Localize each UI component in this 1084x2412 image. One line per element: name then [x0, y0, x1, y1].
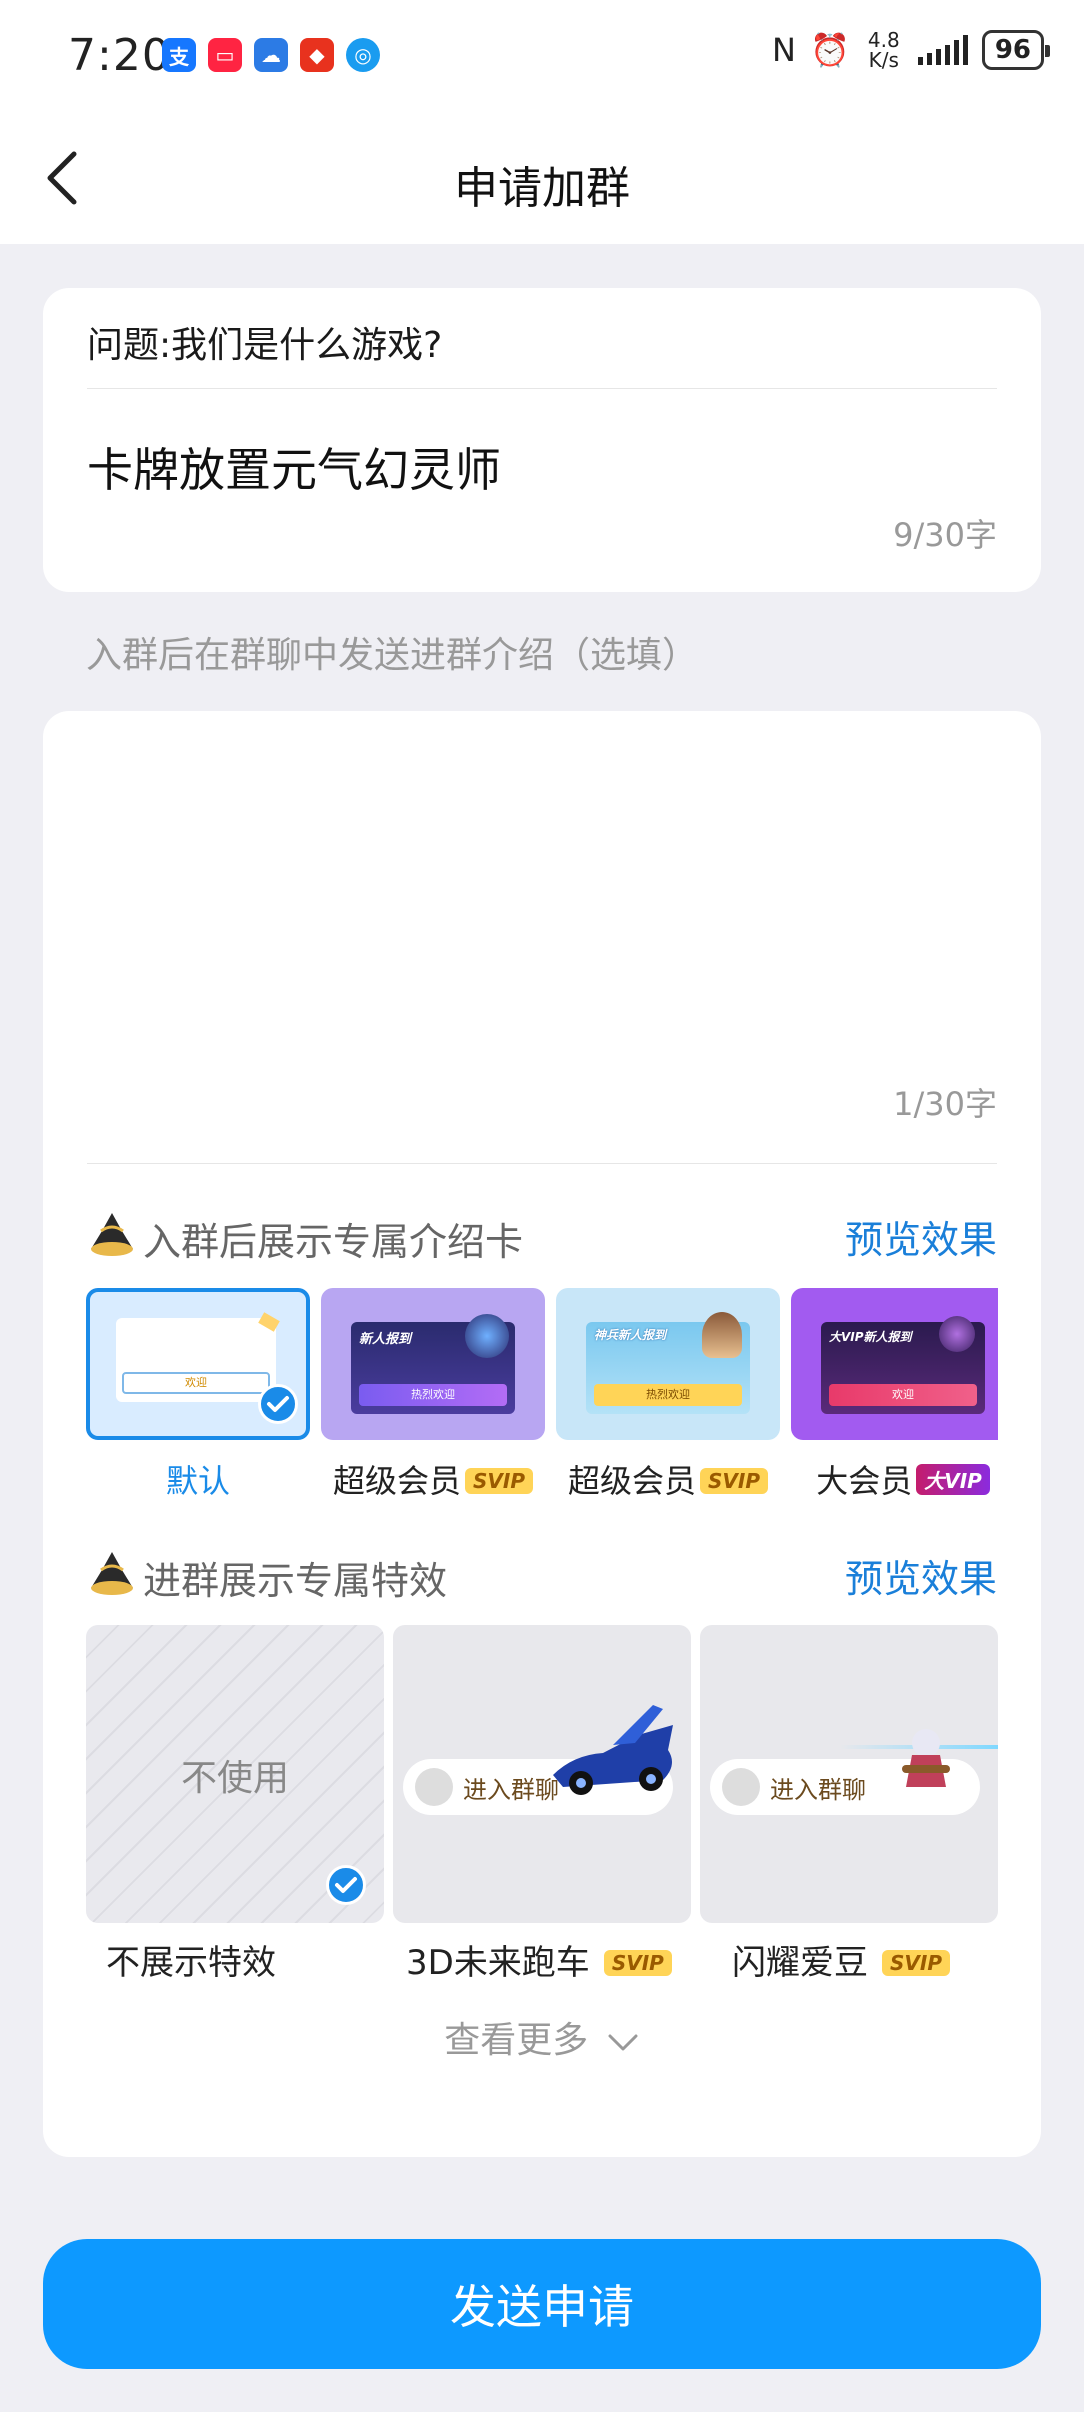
preview-link[interactable]: 预览效果: [845, 1209, 997, 1264]
big-vip-badge: 大VIP: [916, 1464, 990, 1495]
avatar: [415, 1768, 453, 1806]
section-title: 进群展示专属特效: [143, 1559, 448, 1603]
intro-card-option[interactable]: 欢迎: [86, 1288, 310, 1440]
question-text: 问题:我们是什么游戏?: [87, 325, 443, 366]
nfc-icon: N: [772, 31, 796, 69]
red-note-icon: ▭: [208, 38, 242, 72]
svip-badge: SVIP: [603, 1950, 672, 1976]
browser-icon: ◎: [346, 38, 380, 72]
status-bar: 7:20 支 ▭ ☁ ◆ ◎ N ⏰ 4.8 K/s 96: [0, 0, 1084, 112]
card-thumb: 欢迎: [116, 1312, 280, 1402]
label-text: 大会员: [816, 1462, 913, 1500]
thumb-title: 大VIP新人报到: [829, 1330, 912, 1344]
intro-card-label: 超级会员 SVIP: [321, 1456, 545, 1502]
answer-input[interactable]: 卡牌放置元气幻灵师: [87, 434, 501, 500]
alipay-icon: 支: [162, 38, 196, 72]
svip-badge: SVIP: [700, 1468, 768, 1494]
thumb-title: 新人报到: [359, 1332, 412, 1347]
battery-icon: 96: [981, 30, 1051, 70]
effect-option[interactable]: 进入群聊: [700, 1625, 998, 1923]
effect-label: 3D未来跑车 SVIP: [406, 1935, 672, 1984]
label-text: 超级会员: [333, 1462, 462, 1500]
signal-icon: [917, 35, 968, 65]
divider: [87, 388, 997, 389]
ribbon-icon: [258, 1312, 280, 1332]
intro-card-label: 大会员 大VIP: [791, 1456, 998, 1502]
clock: 7:20: [68, 30, 171, 81]
label-text: 3D未来跑车: [406, 1943, 590, 1983]
intro-card-option[interactable]: 大VIP新人报到 欢迎: [791, 1288, 998, 1440]
effect-label: 闪耀爱豆 SVIP: [732, 1935, 950, 1984]
check-icon: [326, 1865, 366, 1905]
effect-label: 不展示特效: [106, 1943, 276, 1983]
intro-card-option[interactable]: 神兵新人报到 热烈欢迎: [556, 1288, 780, 1440]
label-text: 闪耀爱豆: [732, 1943, 868, 1983]
no-effect-text: 不使用: [180, 1758, 289, 1799]
effects-section-header: 进群展示专属特效 预览效果: [87, 1544, 997, 1604]
card-thumb: 新人报到 热烈欢迎: [351, 1314, 515, 1414]
question-card: 问题:我们是什么游戏? 卡牌放置元气幻灵师 9/30字: [43, 288, 1041, 592]
intro-label: 入群后在群聊中发送进群介绍（选填）: [86, 635, 699, 676]
navigation-bar: 申请加群: [0, 112, 1084, 244]
card-thumb: 大VIP新人报到 欢迎: [821, 1316, 985, 1414]
intro-card: 1/30字 入群后展示专属介绍卡 预览效果 欢迎 默认 新人报到 热烈欢迎 超级…: [43, 711, 1041, 2157]
card-thumb: 神兵新人报到 热烈欢迎: [586, 1312, 750, 1414]
intro-card-option[interactable]: 新人报到 热烈欢迎: [321, 1288, 545, 1440]
intro-card-section-header: 入群后展示专属介绍卡 预览效果: [87, 1205, 997, 1265]
effects-list: 不使用 不展示特效 进入群聊 3D未来跑车 SVIP 进入群聊 闪耀爱豆 SVI…: [86, 1625, 998, 1983]
effect-option[interactable]: 不使用: [86, 1625, 384, 1923]
section-title: 入群后展示专属介绍卡: [143, 1220, 524, 1264]
idol-figure-icon: [902, 1729, 950, 1787]
preview-link[interactable]: 预览效果: [845, 1548, 997, 1603]
crown-icon: [91, 1213, 133, 1256]
intro-textarea[interactable]: [87, 741, 997, 1061]
sports-car-icon: [553, 1705, 673, 1795]
thumb-title: 神兵新人报到: [594, 1328, 667, 1342]
crown-icon: [91, 1552, 133, 1595]
divider: [87, 1163, 997, 1164]
thumb-button: 热烈欢迎: [594, 1384, 742, 1406]
avatar: [722, 1768, 760, 1806]
see-more-button[interactable]: 查看更多: [43, 2011, 1041, 2063]
character-art: [702, 1312, 742, 1358]
effect-option[interactable]: 进入群聊: [393, 1625, 691, 1923]
intro-card-label: 超级会员 SVIP: [556, 1456, 780, 1502]
thumb-button: 热烈欢迎: [359, 1384, 507, 1406]
intro-card-label: 默认: [165, 1462, 230, 1500]
status-indicators: N ⏰ 4.8 K/s 96: [772, 28, 1051, 72]
svip-badge: SVIP: [882, 1950, 950, 1976]
intro-char-count: 1/30字: [893, 1085, 997, 1123]
pill-text: 进入群聊: [770, 1775, 866, 1804]
weather-icon: ☁: [254, 38, 288, 72]
label-text: 超级会员: [568, 1462, 697, 1500]
svip-badge: SVIP: [465, 1468, 533, 1494]
thumb-button: 欢迎: [829, 1384, 977, 1406]
see-more-label: 查看更多: [444, 2020, 589, 2061]
character-art: [465, 1314, 509, 1358]
page-title: 申请加群: [454, 163, 630, 214]
welcome-chip: 欢迎: [122, 1372, 270, 1394]
notification-icons: 支 ▭ ☁ ◆ ◎: [162, 38, 380, 72]
shop-icon: ◆: [300, 38, 334, 72]
send-request-button[interactable]: 发送申请: [43, 2239, 1041, 2369]
answer-char-count: 9/30字: [893, 516, 997, 554]
chevron-down-icon: [608, 2034, 638, 2051]
net-speed: 4.8 K/s: [867, 28, 900, 72]
intro-card-list[interactable]: 欢迎 默认 新人报到 热烈欢迎 超级会员 SVIP 神兵新人报到 热烈欢迎 超级…: [86, 1288, 998, 1508]
check-icon: [258, 1384, 298, 1424]
alarm-icon: ⏰: [809, 31, 850, 69]
character-art: [939, 1316, 975, 1352]
